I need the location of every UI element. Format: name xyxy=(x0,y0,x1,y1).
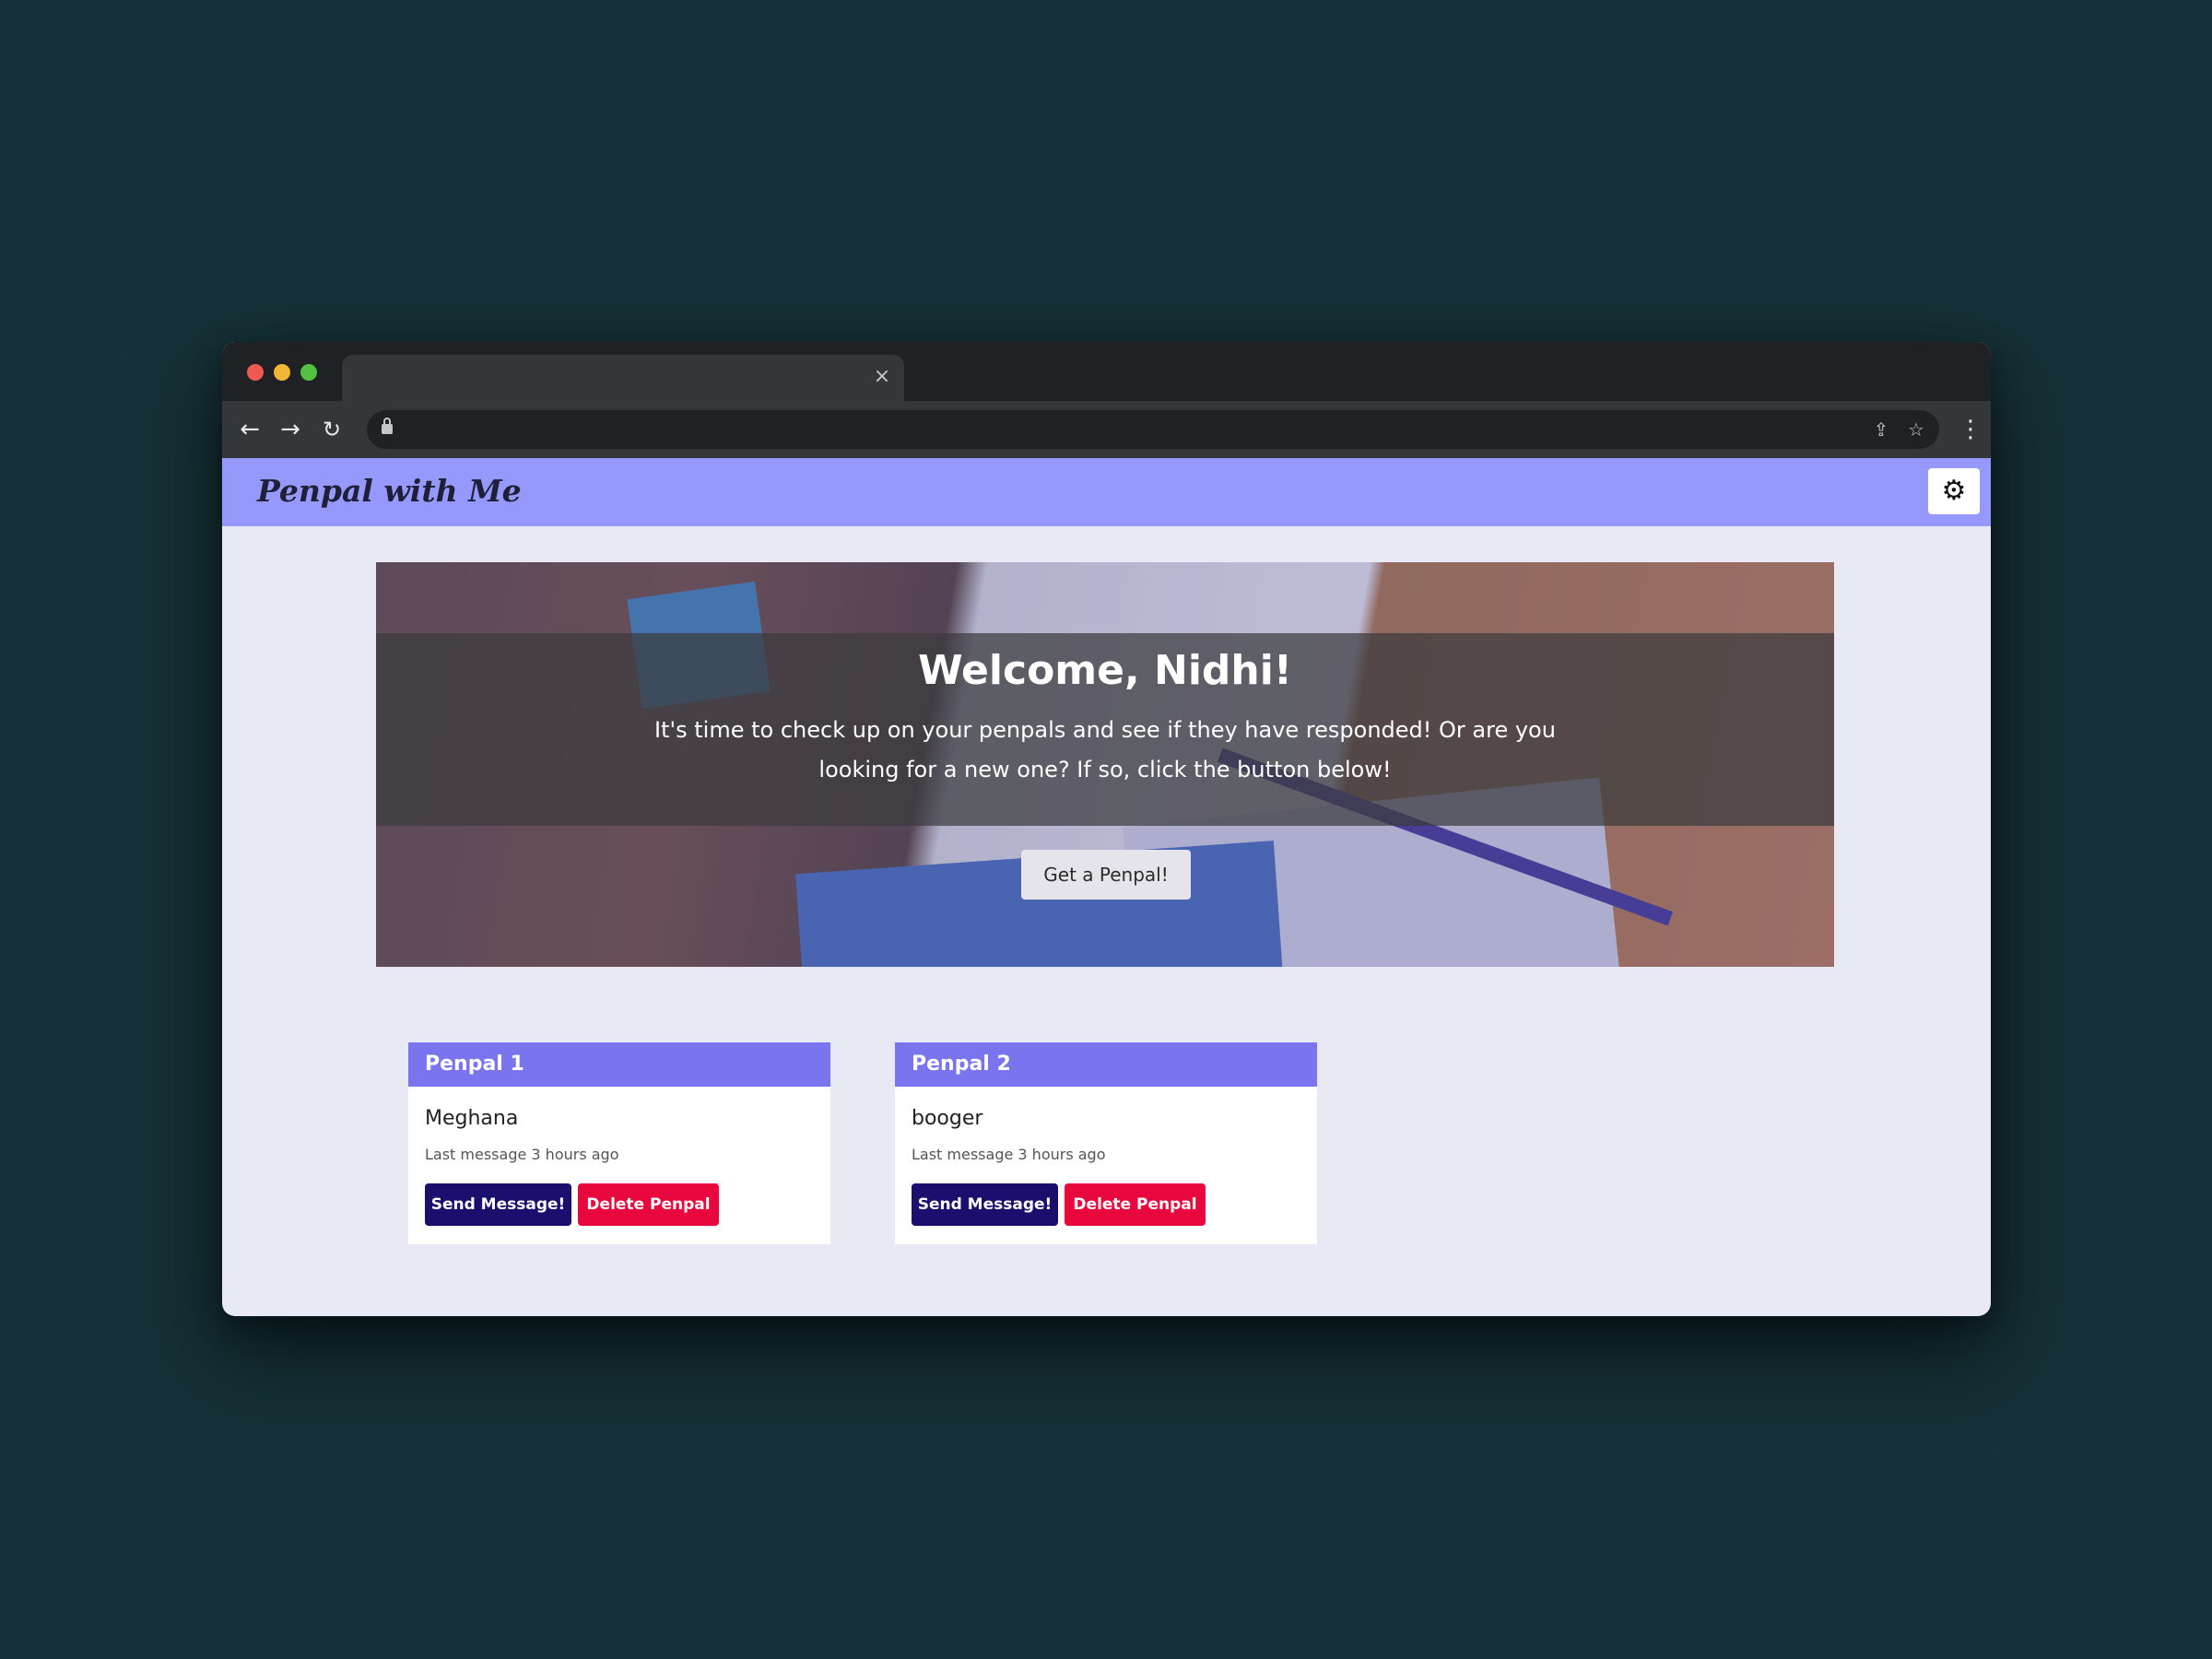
app-navbar: Penpal with Me ⚙ xyxy=(222,458,1991,526)
send-message-button[interactable]: Send Message! xyxy=(912,1183,1058,1226)
settings-button[interactable]: ⚙ xyxy=(1928,468,1980,514)
lock-icon[interactable] xyxy=(382,418,393,434)
last-message-time: Last message 3 hours ago xyxy=(912,1146,1106,1163)
browser-window: × ← → ↻ ⇪ ☆ ⋮ Penpal with Me ⚙ Welcome, … xyxy=(222,342,1991,1316)
send-message-button[interactable]: Send Message! xyxy=(425,1183,571,1226)
hero-title: Welcome, Nidhi! xyxy=(918,647,1292,694)
tab-bar: × xyxy=(222,342,1991,401)
star-icon[interactable]: ☆ xyxy=(1902,416,1930,443)
maximize-window-button[interactable] xyxy=(300,364,317,381)
penpal-card-header: Penpal 2 xyxy=(895,1042,1317,1087)
address-bar[interactable]: ⇪ ☆ xyxy=(367,410,1939,449)
get-penpal-button[interactable]: Get a Penpal! xyxy=(1021,850,1191,900)
minimize-window-button[interactable] xyxy=(274,364,290,381)
back-icon[interactable]: ← xyxy=(234,414,265,445)
tab-close-icon[interactable]: × xyxy=(869,364,895,390)
reload-icon[interactable]: ↻ xyxy=(316,414,347,445)
share-icon[interactable]: ⇪ xyxy=(1867,416,1895,443)
hero-description: It's time to check up on your penpals an… xyxy=(654,717,1556,782)
welcome-hero: Welcome, Nidhi! It's time to check up on… xyxy=(376,562,1834,967)
penpal-card: Penpal 1 Meghana Last message 3 hours ag… xyxy=(408,1042,830,1244)
browser-toolbar: ← → ↻ ⇪ ☆ ⋮ xyxy=(222,401,1991,458)
penpal-name: booger xyxy=(912,1107,983,1130)
browser-tab[interactable]: × xyxy=(342,355,904,401)
penpal-card-header: Penpal 1 xyxy=(408,1042,830,1087)
kebab-menu-icon[interactable]: ⋮ xyxy=(1959,414,1983,445)
delete-penpal-button[interactable]: Delete Penpal xyxy=(1065,1183,1206,1226)
penpal-name: Meghana xyxy=(425,1107,519,1130)
last-message-time: Last message 3 hours ago xyxy=(425,1146,619,1163)
delete-penpal-button[interactable]: Delete Penpal xyxy=(578,1183,719,1226)
brand-logo[interactable]: Penpal with Me xyxy=(257,473,522,509)
gear-icon: ⚙ xyxy=(1941,475,1967,507)
close-window-button[interactable] xyxy=(247,364,264,381)
forward-icon[interactable]: → xyxy=(275,414,306,445)
penpal-card: Penpal 2 booger Last message 3 hours ago… xyxy=(895,1042,1317,1244)
